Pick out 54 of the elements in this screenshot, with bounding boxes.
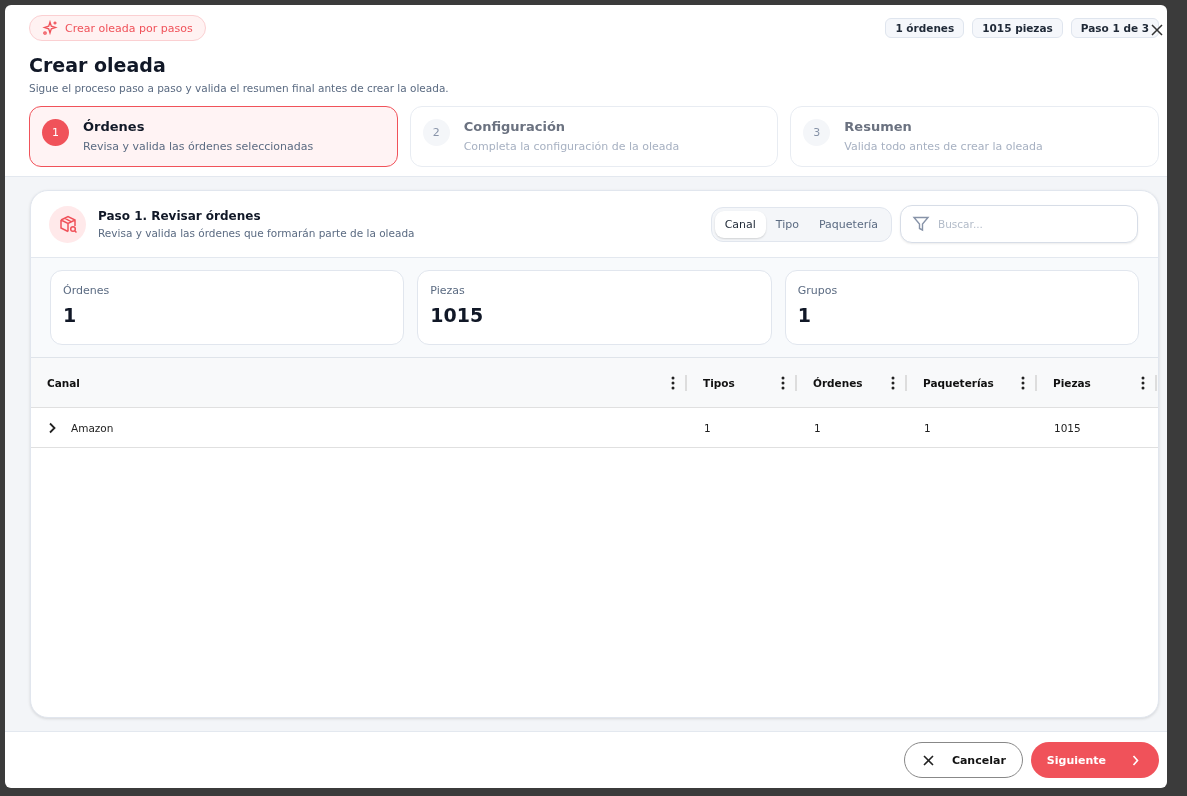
table-cell: 1 xyxy=(704,421,711,434)
dialog-title: Crear oleada xyxy=(29,54,167,76)
column-header: Canal xyxy=(47,376,80,389)
search-field[interactable]: Buscar... xyxy=(900,205,1138,243)
sparkle-icon xyxy=(42,20,58,36)
summary-chip: 1 órdenes xyxy=(885,18,965,38)
column-header: Paqueterías xyxy=(923,376,994,389)
step-description: Valida todo antes de crear la oleada xyxy=(844,140,1043,153)
group-tab[interactable]: Canal xyxy=(714,210,766,238)
stat-label: Órdenes xyxy=(63,284,111,297)
column-menu-icon[interactable] xyxy=(891,375,895,390)
step-card[interactable]: 2 Configuración Completa la configuración de la oleada xyxy=(409,106,779,167)
table-cell: 1015 xyxy=(1054,421,1081,434)
cancel-button[interactable]: Cancelar xyxy=(903,742,1023,778)
stat-label: Piezas xyxy=(430,284,466,297)
next-button[interactable]: Siguiente xyxy=(1030,742,1159,778)
step-title: Configuración xyxy=(463,119,567,134)
stat-value: 1 xyxy=(797,304,812,326)
column-header: Órdenes xyxy=(813,376,863,389)
step-description: Completa la configuración de la oleada xyxy=(463,140,680,153)
close-icon xyxy=(922,754,934,766)
summary-chip: 1015 piezas xyxy=(972,18,1063,38)
mode-badge: Crear oleada por pasos xyxy=(29,15,206,41)
step-number: 2 xyxy=(422,119,450,146)
step-number: 3 xyxy=(803,119,831,146)
step-card[interactable]: 1 Órdenes Revisa y valida las órdenes seleccionadas xyxy=(29,106,398,167)
panel-description: Revisa y valida las órdenes que formarán parte de la oleada xyxy=(98,227,415,239)
chevron-icon xyxy=(1132,754,1139,766)
summary-chip: Paso 1 de 3 xyxy=(1070,18,1159,38)
group-tab[interactable]: Tipo xyxy=(765,210,809,238)
package-search-icon xyxy=(49,205,86,243)
column-menu-icon[interactable] xyxy=(781,375,785,390)
column-menu-icon[interactable] xyxy=(1141,375,1145,390)
step-title: Órdenes xyxy=(83,119,146,134)
stat-label: Grupos xyxy=(797,284,839,297)
group-tab[interactable]: Paquetería xyxy=(809,210,888,238)
table-cell: 1 xyxy=(924,421,931,434)
step-number: 1 xyxy=(42,119,69,146)
column-header: Piezas xyxy=(1053,376,1091,389)
filter-icon xyxy=(912,215,930,233)
stat-value: 1015 xyxy=(430,304,485,326)
column-menu-icon[interactable] xyxy=(671,375,675,390)
chevron-icon[interactable] xyxy=(48,421,56,434)
stat-value: 1 xyxy=(63,304,78,326)
column-menu-icon[interactable] xyxy=(1021,375,1025,390)
table-cell: 1 xyxy=(814,421,821,434)
table-cell: Amazon xyxy=(71,421,114,434)
step-card[interactable]: 3 Resumen Valida todo antes de crear la oleada xyxy=(790,106,1159,167)
step-title: Resumen xyxy=(844,119,913,134)
close-icon[interactable] xyxy=(1151,24,1163,36)
step-description: Revisa y valida las órdenes seleccionadas xyxy=(83,140,314,153)
panel-title: Paso 1. Revisar órdenes xyxy=(98,209,262,223)
dialog-subtitle: Sigue el proceso paso a paso y valida el resumen final antes de crear la oleada. xyxy=(29,82,450,94)
column-header: Tipos xyxy=(703,376,735,389)
